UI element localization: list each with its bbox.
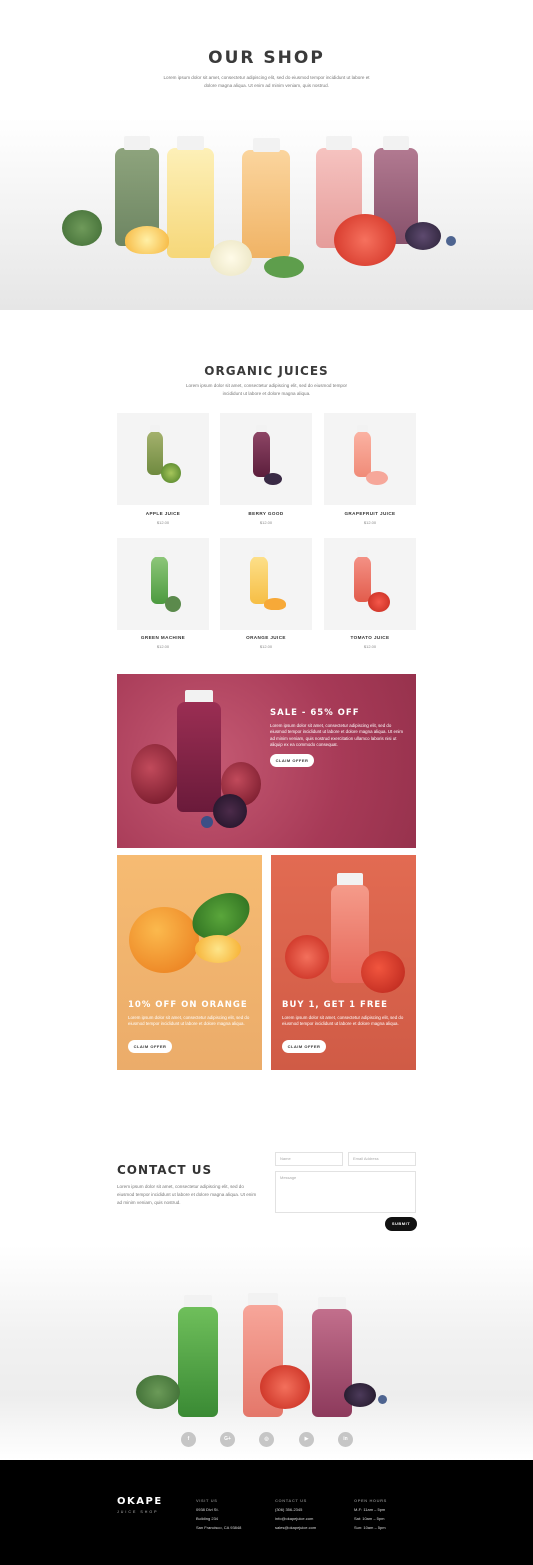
promo-bogo-text: Lorem ipsum dolor sit amet, consectetur … xyxy=(282,1015,404,1027)
product-name[interactable]: BERRY GOOD xyxy=(220,511,312,516)
submit-button[interactable]: SUBMIT xyxy=(385,1217,417,1231)
product-price: $12.00 xyxy=(363,520,377,525)
product-name[interactable]: GRAPEFRUIT JUICE xyxy=(324,511,416,516)
instagram-icon[interactable]: ◎ xyxy=(259,1432,274,1447)
promo-sale-text: Lorem ipsum dolor sit amet, consectetur … xyxy=(270,723,404,748)
claim-offer-button[interactable]: CLAIM OFFER xyxy=(128,1040,172,1053)
footer xyxy=(0,1460,533,1565)
footer-logo-subtitle: JUICE SHOP xyxy=(117,1510,159,1514)
product-price: $12.00 xyxy=(156,644,170,649)
footer-heading-contact: CONTACT US xyxy=(275,1498,307,1503)
promo-orange: 10% OFF ON ORANGE Lorem ipsum dolor sit … xyxy=(117,855,262,1070)
footer-email-info[interactable]: info@okapejuice.com xyxy=(275,1516,313,1521)
product-name[interactable]: APPLE JUICE xyxy=(117,511,209,516)
footer-address-line: 0938 Divi St. xyxy=(196,1507,219,1512)
product-price: $12.00 xyxy=(156,520,170,525)
contact-text: Lorem ipsum dolor sit amet, consectetur … xyxy=(117,1184,257,1205)
promo-orange-title: 10% OFF ON ORANGE xyxy=(128,1000,248,1010)
promo-orange-text: Lorem ipsum dolor sit amet, consectetur … xyxy=(128,1015,250,1027)
product-name[interactable]: GREEN MACHINE xyxy=(117,635,209,640)
product-name[interactable]: ORANGE JUICE xyxy=(220,635,312,640)
promo-bogo-title: BUY 1, GET 1 FREE xyxy=(282,1000,388,1010)
product-card-berry[interactable] xyxy=(220,413,312,505)
product-card-orange[interactable] xyxy=(220,538,312,630)
email-field[interactable]: Email Address xyxy=(348,1152,416,1166)
footer-hours-line: Sun: 10am – 5pm xyxy=(354,1525,386,1530)
product-price: $12.00 xyxy=(363,644,377,649)
footer-phone[interactable]: (306) 356-2345 xyxy=(275,1507,302,1512)
linkedin-icon[interactable]: in xyxy=(338,1432,353,1447)
promo-bogo: BUY 1, GET 1 FREE Lorem ipsum dolor sit … xyxy=(271,855,416,1070)
footer-address-line: Building 234 xyxy=(196,1516,219,1521)
footer-hours-line: Sat: 10am – 5pm xyxy=(354,1516,385,1521)
section-title-organic: ORGANIC JUICES xyxy=(204,364,329,378)
footer-hours-line: M-F: 11am – 5pm xyxy=(354,1507,386,1512)
message-field[interactable]: Message xyxy=(275,1171,416,1213)
promo-sale-title: SALE - 65% OFF xyxy=(270,708,360,718)
section-title-contact: CONTACT US xyxy=(117,1163,213,1177)
hero-text: Lorem ipsum dolor sit amet, consectetur … xyxy=(163,75,370,88)
footer-address-line: San Francisco, CA 93848 xyxy=(196,1525,242,1530)
footer-heading-hours: OPEN HOURS xyxy=(354,1498,387,1503)
name-field[interactable]: Name xyxy=(275,1152,343,1166)
product-card-apple[interactable] xyxy=(117,413,209,505)
claim-offer-button[interactable]: CLAIM OFFER xyxy=(270,754,314,767)
organic-text: Lorem ipsum dolor sit amet, consectetur … xyxy=(185,383,348,396)
footer-email-sales[interactable]: sales@okapejuice.com xyxy=(275,1525,316,1530)
product-card-tomato[interactable] xyxy=(324,538,416,630)
product-name[interactable]: TOMATO JUICE xyxy=(324,635,416,640)
product-price: $12.00 xyxy=(259,520,273,525)
facebook-icon[interactable]: f xyxy=(181,1432,196,1447)
promo-sale: SALE - 65% OFF Lorem ipsum dolor sit ame… xyxy=(117,674,416,848)
google-plus-icon[interactable]: G+ xyxy=(220,1432,235,1447)
youtube-icon[interactable]: ▶ xyxy=(299,1432,314,1447)
claim-offer-button[interactable]: CLAIM OFFER xyxy=(282,1040,326,1053)
product-card-green[interactable] xyxy=(117,538,209,630)
hero-image xyxy=(0,118,533,310)
footer-logo[interactable]: OKAPE xyxy=(117,1496,163,1507)
page-title: OUR SHOP xyxy=(208,48,325,68)
bottom-image xyxy=(0,1245,533,1460)
footer-heading-visit: VISIT US xyxy=(196,1498,218,1503)
product-price: $12.00 xyxy=(259,644,273,649)
product-card-grapefruit[interactable] xyxy=(324,413,416,505)
